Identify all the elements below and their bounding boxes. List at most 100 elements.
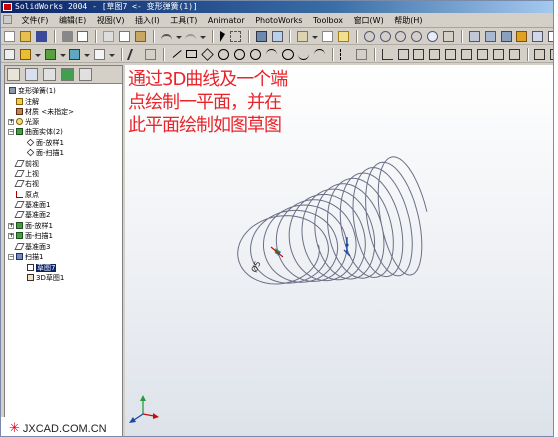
polygon-icon[interactable]: [201, 48, 214, 61]
configuration-manager-tab[interactable]: [42, 68, 56, 81]
expand-toggle-icon[interactable]: +: [8, 223, 14, 229]
trim-icon[interactable]: [381, 49, 393, 60]
paste-icon[interactable]: [134, 31, 146, 42]
redo-dropdown-icon[interactable]: [200, 31, 207, 42]
print-icon[interactable]: [61, 31, 73, 42]
sketch-point-icon[interactable]: [355, 49, 367, 60]
graphics-area[interactable]: Ø5 通过3D曲线及一个端 点绘制一平面，并在 此平面绘制如图草图: [125, 65, 553, 436]
ellipse-icon[interactable]: [281, 49, 294, 60]
tree-item-plane1[interactable]: 基准面1: [14, 200, 50, 210]
solidworks-app-icon[interactable]: [3, 3, 12, 11]
rebuild-icon[interactable]: [255, 31, 267, 42]
new-document-icon[interactable]: [4, 31, 15, 42]
grid-icon[interactable]: [322, 31, 333, 42]
collapse-toggle-icon[interactable]: −: [8, 254, 14, 260]
smart-dimension-icon[interactable]: [144, 49, 156, 60]
document-icon[interactable]: [3, 15, 12, 24]
centerline-icon[interactable]: [340, 49, 351, 60]
tree-item-sketch7[interactable]: 草图7: [27, 263, 57, 273]
print-preview-icon[interactable]: [77, 31, 89, 42]
rectangle-icon[interactable]: [186, 50, 198, 58]
offset-icon[interactable]: [413, 49, 425, 60]
tree-item-origin[interactable]: 原点: [16, 190, 39, 200]
shaded-icon[interactable]: [500, 31, 512, 42]
tree-item-top-plane[interactable]: 上视: [14, 169, 39, 179]
tree-item-sweep-surface1[interactable]: + 面-扫描1: [8, 231, 53, 241]
collapse-toggle-icon[interactable]: −: [8, 129, 14, 135]
zoom-selection-icon[interactable]: [411, 31, 423, 42]
menu-file[interactable]: 文件(F): [18, 13, 53, 28]
circle-icon[interactable]: [218, 49, 229, 60]
fillet-dropdown-icon[interactable]: [84, 49, 91, 60]
options-icon[interactable]: [271, 31, 283, 42]
photoworks-tab[interactable]: [60, 68, 74, 81]
sketch-tools-dropdown-icon[interactable]: [109, 49, 115, 60]
sketch-fillet-icon[interactable]: [445, 49, 457, 60]
tree-item-annotations[interactable]: 注解: [16, 97, 39, 107]
view-orientation-icon[interactable]: [548, 31, 553, 42]
tree-item-plane2[interactable]: 基准面2: [14, 210, 50, 220]
three-point-arc-icon[interactable]: [265, 49, 277, 60]
menu-animator[interactable]: Animator: [204, 13, 249, 28]
property-manager-tab[interactable]: [24, 68, 38, 81]
tree-item-lights[interactable]: + 光源: [8, 117, 39, 127]
zoom-in-out-icon[interactable]: [395, 31, 407, 42]
tree-item-right-plane[interactable]: 右视: [14, 179, 39, 189]
wireframe-icon[interactable]: [468, 31, 480, 42]
spline-icon[interactable]: [298, 49, 310, 60]
zoom-to-fit-icon[interactable]: [363, 31, 375, 42]
tree-item-surface-sweep[interactable]: 面-扫描1: [26, 148, 64, 158]
tree-item-sweep1[interactable]: − 扫描1: [8, 252, 43, 262]
animator-tab[interactable]: [78, 68, 92, 81]
revolve-icon[interactable]: [44, 49, 56, 60]
copy-icon[interactable]: [119, 31, 130, 42]
hidden-lines-icon[interactable]: [484, 31, 496, 42]
sketch-relation-dropdown-icon[interactable]: [312, 31, 319, 42]
rotate-view-icon[interactable]: [427, 31, 439, 42]
cut-icon[interactable]: [103, 31, 115, 42]
add-relation-icon[interactable]: [508, 49, 520, 60]
pan-icon[interactable]: [443, 31, 454, 42]
line-icon[interactable]: [169, 46, 183, 58]
menu-toolbox[interactable]: Toolbox: [309, 13, 347, 28]
extend-icon[interactable]: [397, 49, 409, 60]
sketch-relation-icon[interactable]: [297, 31, 309, 42]
menu-window[interactable]: 窗口(W): [350, 13, 388, 28]
feature-manager-tab[interactable]: [7, 68, 20, 81]
convert-entities-icon[interactable]: [492, 49, 504, 60]
zoom-area-icon[interactable]: [379, 31, 391, 42]
menu-help[interactable]: 帮助(H): [390, 13, 426, 28]
modify-sketch-icon[interactable]: [550, 49, 553, 60]
select-arrow-icon[interactable]: [220, 31, 225, 42]
mirror-icon[interactable]: [429, 49, 441, 60]
save-icon[interactable]: [35, 31, 47, 42]
display-relations-icon[interactable]: [534, 49, 546, 60]
select-box-icon[interactable]: [229, 31, 241, 42]
undo-icon[interactable]: [160, 34, 172, 41]
extrude-dropdown-icon[interactable]: [34, 49, 41, 60]
tree-item-surface-bodies[interactable]: − 曲面实体(2): [8, 127, 63, 137]
sketch-pencil-icon[interactable]: [126, 49, 142, 60]
tree-item-plane3[interactable]: 基准面3: [14, 242, 50, 252]
expand-toggle-icon[interactable]: +: [8, 119, 14, 125]
parabola-icon[interactable]: [314, 49, 326, 60]
circular-pattern-icon[interactable]: [476, 49, 488, 60]
fillet-icon[interactable]: [69, 49, 81, 60]
tree-item-surface-loft[interactable]: 面-放样1: [26, 138, 64, 148]
sketch-icon[interactable]: [4, 49, 15, 60]
extrude-icon[interactable]: [19, 49, 31, 60]
tangent-arc-icon[interactable]: [249, 49, 261, 60]
help-icon[interactable]: [337, 31, 349, 42]
tree-item-part[interactable]: 变形弹簧(1): [9, 86, 56, 96]
perspective-icon[interactable]: [516, 31, 528, 42]
open-folder-icon[interactable]: [19, 31, 31, 42]
menu-edit[interactable]: 编辑(E): [55, 13, 90, 28]
tree-item-loft1[interactable]: + 面-放样1: [8, 221, 53, 231]
redo-icon[interactable]: [185, 34, 197, 41]
menu-view[interactable]: 视图(V): [93, 13, 129, 28]
expand-toggle-icon[interactable]: +: [8, 233, 14, 239]
menu-tools[interactable]: 工具(T): [166, 13, 201, 28]
centerpoint-arc-icon[interactable]: [233, 49, 245, 60]
tree-item-material[interactable]: 材质 <未指定>: [16, 107, 74, 117]
tree-item-front-plane[interactable]: 前视: [14, 159, 39, 169]
